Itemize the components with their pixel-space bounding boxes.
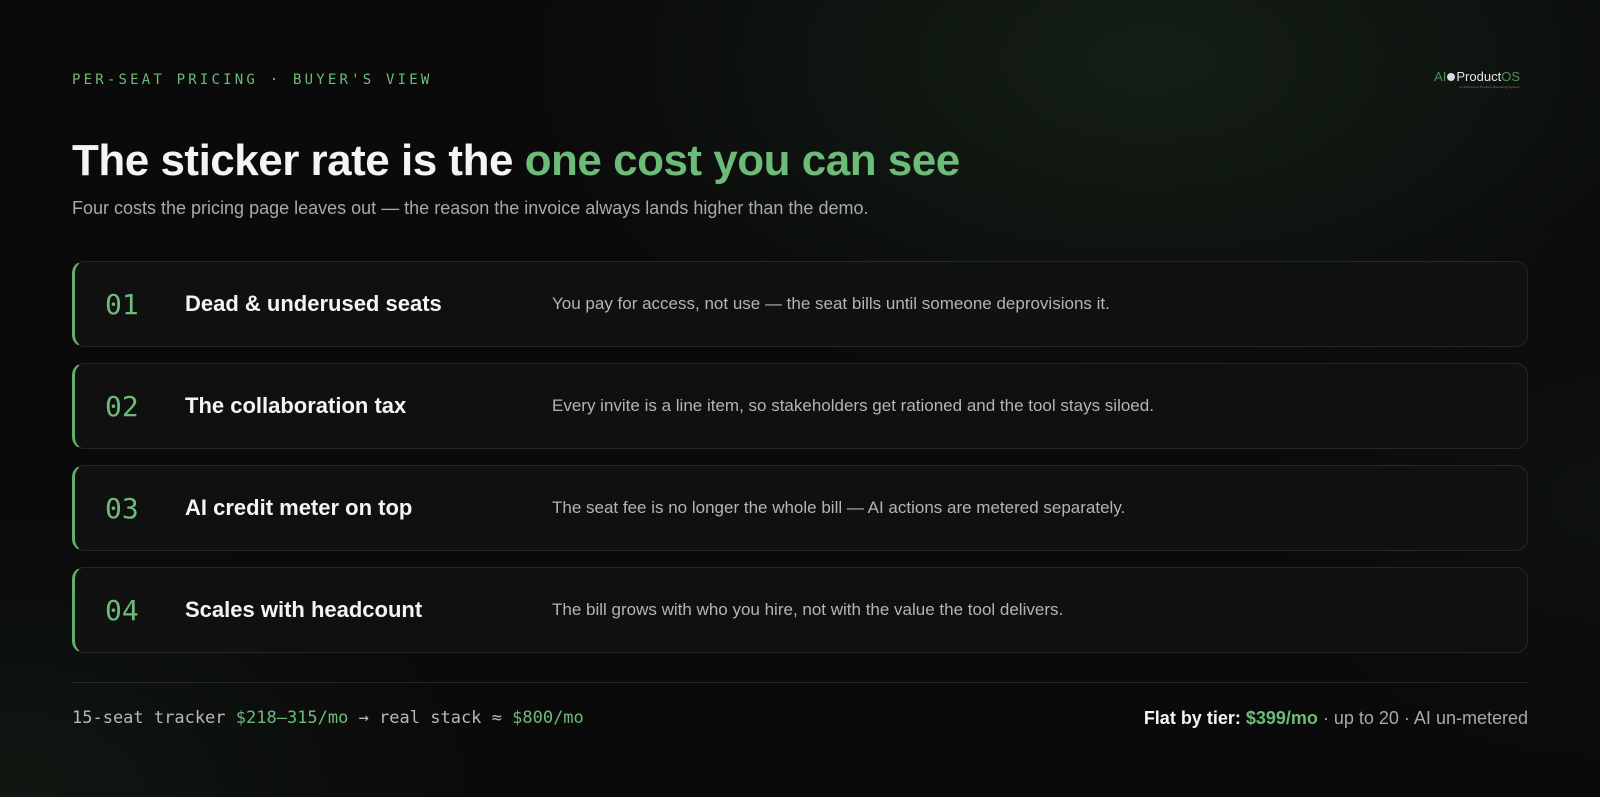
page-title: The sticker rate is the one cost you can… — [72, 136, 960, 186]
footer-seat-range: $218–315/mo — [235, 708, 349, 728]
cost-number: 02 — [105, 389, 139, 423]
cost-row: 01 Dead & underused seats You pay for ac… — [72, 261, 1528, 347]
logo-product-text: Product — [1456, 69, 1502, 84]
logo-os-text: OS — [1501, 69, 1520, 84]
footer-real-total: $800/mo — [512, 708, 584, 728]
footer-left-mid: → real stack ≈ — [348, 708, 513, 728]
footer-flat-tier: Flat by tier: $399/mo · up to 20 · AI un… — [1144, 708, 1528, 729]
cost-number: 03 — [105, 491, 139, 525]
footer-left-prefix: 15-seat tracker — [72, 708, 236, 728]
cost-title: Scales with headcount — [185, 597, 423, 622]
title-accent: one cost you can see — [524, 136, 961, 185]
title-lead: The sticker rate is the — [72, 136, 525, 185]
cost-list: 01 Dead & underused seats You pay for ac… — [72, 261, 1528, 669]
page-subtitle: Four costs the pricing page leaves out —… — [72, 198, 869, 218]
cost-title: Dead & underused seats — [185, 291, 442, 316]
brand-logo: AI Product OS AI Optimized Product Opera… — [1434, 70, 1520, 89]
cost-row: 04 Scales with headcount The bill grows … — [72, 567, 1528, 653]
cost-title: AI credit meter on top — [185, 495, 413, 520]
footer-comparison: 15-seat tracker $218–315/mo → real stack… — [72, 708, 584, 728]
footer-tier-price: $399/mo — [1245, 708, 1318, 728]
cost-description: The bill grows with who you hire, not wi… — [552, 600, 1064, 619]
cost-row: 03 AI credit meter on top The seat fee i… — [72, 465, 1528, 551]
cost-number: 01 — [105, 287, 139, 321]
cost-number: 04 — [105, 593, 139, 627]
logo-ai-text: AI — [1434, 69, 1447, 84]
cost-description: You pay for access, not use — the seat b… — [552, 294, 1110, 313]
footer-tier-details: · up to 20 · AI un-metered — [1317, 708, 1528, 728]
logo-dot-icon — [1447, 72, 1456, 81]
footer-divider — [72, 682, 1528, 683]
cost-title: The collaboration tax — [185, 393, 407, 418]
eyebrow-label: PER-SEAT PRICING · BUYER'S VIEW — [72, 72, 433, 88]
cost-description: Every invite is a line item, so stakehol… — [552, 396, 1154, 415]
cost-description: The seat fee is no longer the whole bill… — [552, 498, 1126, 517]
cost-row: 02 The collaboration tax Every invite is… — [72, 363, 1528, 449]
footer-tier-label: Flat by tier: — [1143, 708, 1246, 728]
logo-tagline: AI Optimized Product Operating System — [1459, 85, 1520, 89]
